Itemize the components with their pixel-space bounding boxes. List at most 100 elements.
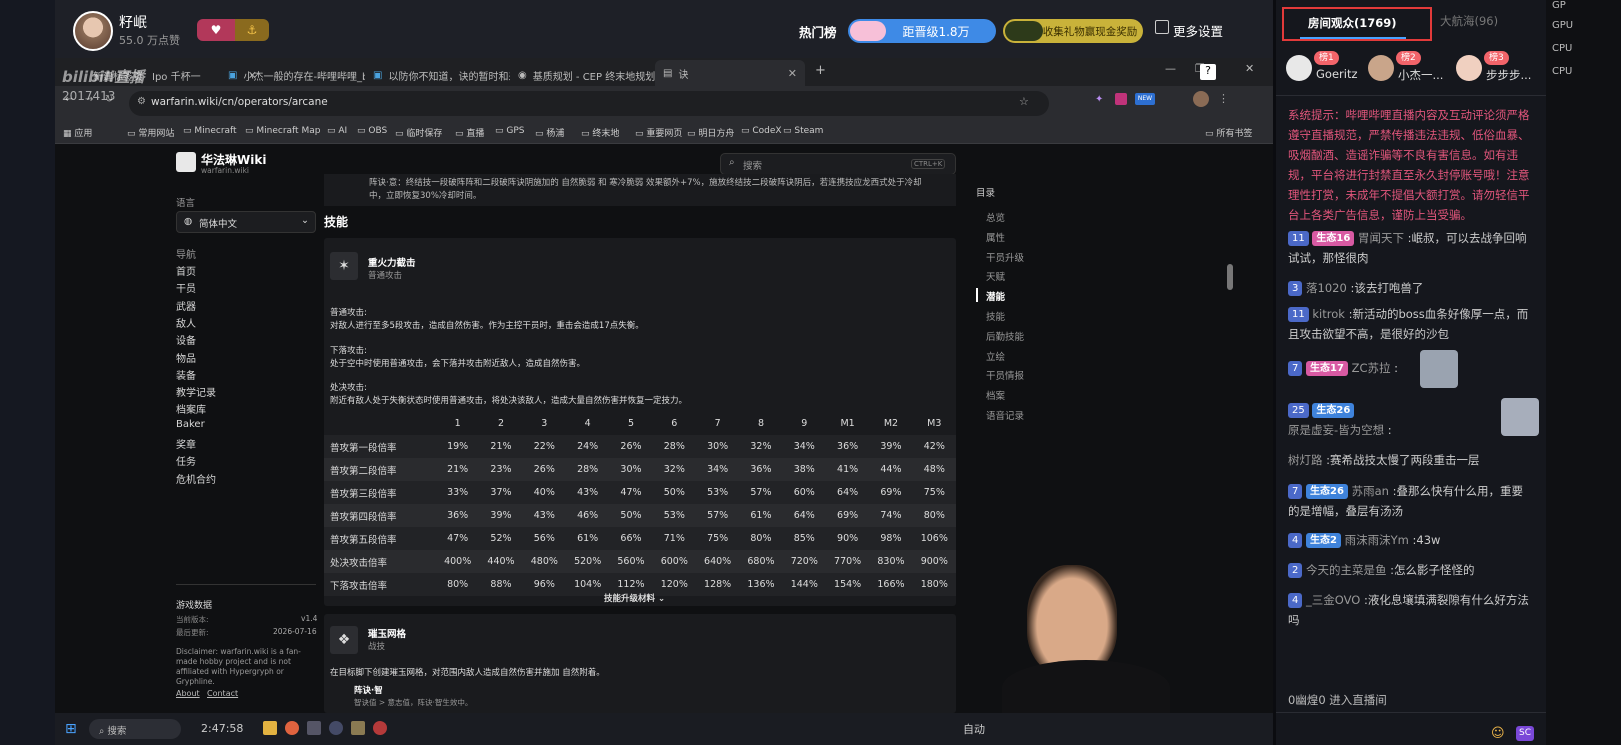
bookmark-folder[interactable]: ▭ 杨浦 <box>535 126 564 139</box>
site-info-icon[interactable]: ⚙ <box>137 96 146 107</box>
app-icon[interactable] <box>351 721 365 735</box>
rank-avatar[interactable] <box>1456 55 1482 81</box>
wiki-search-input[interactable]: ⌕ 搜索 CTRL+K <box>720 153 956 175</box>
toc-link[interactable]: 干员情报 <box>986 368 1024 382</box>
chat-username[interactable]: 苏雨an <box>1352 484 1389 498</box>
extension-icon[interactable] <box>1115 93 1127 105</box>
toc-link[interactable]: 后勤技能 <box>986 329 1024 343</box>
nav-link[interactable]: 教学记录 <box>176 384 216 399</box>
chat-username[interactable]: 今天的主菜是鱼 <box>1306 563 1387 577</box>
settings-grid-icon[interactable] <box>1155 20 1169 34</box>
nav-link[interactable]: 武器 <box>176 298 196 313</box>
tab-4[interactable]: ▣以防你不知道，诀的暂时和差✕ <box>365 62 510 88</box>
toc-link[interactable]: 语音记录 <box>986 408 1024 422</box>
chat-username[interactable]: 雨沫雨沫Ym <box>1345 533 1409 547</box>
bookmark-folder[interactable]: ▭ Minecraft <box>183 126 237 136</box>
explorer-icon[interactable] <box>263 721 277 735</box>
chat-username[interactable]: 原是虚妄-皆为空想 <box>1288 423 1384 437</box>
menu-kebab-icon[interactable]: ⋮ <box>1218 92 1229 105</box>
tab-active[interactable]: ▤ 诀 ✕ <box>655 60 805 86</box>
upgrade-materials-toggle[interactable]: 技能升级材料 ⌄ <box>604 592 665 604</box>
new-extension-icon[interactable]: NEW <box>1135 93 1155 105</box>
toc-link[interactable]: 干员升级 <box>986 250 1024 264</box>
nav-link[interactable]: 干员 <box>176 280 196 295</box>
bookmark-folder[interactable]: ▭ CodeX <box>741 126 782 136</box>
chat-username[interactable]: kitrok <box>1312 307 1345 321</box>
rank-name[interactable]: 步步步... <box>1486 67 1531 83</box>
anchor-icon[interactable]: ⚓ <box>235 19 269 41</box>
bookmark-all[interactable]: ▭ 所有书签 <box>1205 126 1252 139</box>
nav-link[interactable]: 档案库 <box>176 401 206 416</box>
start-icon[interactable]: ⊞ <box>65 721 77 737</box>
chrome-icon[interactable] <box>285 721 299 735</box>
new-tab-icon[interactable]: + <box>815 63 826 78</box>
hot-rank-link[interactable]: 热门榜 <box>799 22 837 41</box>
lang-select[interactable]: ◍ 简体中文 ⌄ <box>176 211 316 233</box>
nav-link[interactable]: 装备 <box>176 367 196 382</box>
about-link[interactable]: About <box>176 689 200 698</box>
toc-link[interactable]: 属性 <box>986 230 1005 244</box>
bookmark-folder[interactable]: ▭ Minecraft Map <box>245 126 320 136</box>
profile-avatar[interactable] <box>1193 91 1209 107</box>
toc-link[interactable]: 总览 <box>986 210 1005 224</box>
help-icon[interactable]: ? <box>1200 64 1216 80</box>
promotion-bar[interactable]: 距晋级1.8万 <box>848 19 996 43</box>
page-scrollbar[interactable] <box>1227 264 1233 290</box>
bookmark-folder[interactable]: ▭ AI <box>327 126 347 136</box>
toc-link[interactable]: 档案 <box>986 388 1005 402</box>
toc-link[interactable]: 天赋 <box>986 269 1005 283</box>
app-icon[interactable] <box>307 721 321 735</box>
rank-avatar[interactable] <box>1286 55 1312 81</box>
tab-audience[interactable]: 房间观众(1769) <box>1282 7 1432 41</box>
taskbar-search[interactable]: ⌕ 搜索 <box>89 719 181 739</box>
app-icon[interactable] <box>373 721 387 735</box>
window-close-icon[interactable]: ✕ <box>1245 62 1254 75</box>
more-settings-button[interactable]: 更多设置 <box>1173 21 1223 40</box>
nav-link[interactable]: Baker <box>176 419 205 430</box>
nav-link[interactable]: 危机合约 <box>176 471 216 486</box>
nav-link[interactable]: 设备 <box>176 332 196 347</box>
bookmark-star-icon[interactable]: ☆ <box>1019 95 1029 108</box>
url-field[interactable]: ⚙ warfarin.wiki/cn/operators/arcane ☆ <box>129 91 1049 116</box>
tab-guard[interactable]: 大航海(96) <box>1440 13 1498 29</box>
bookmark-folder[interactable]: ▭ 明日方舟 <box>687 126 734 139</box>
bookmark-folder[interactable]: ▭ 临时保存 <box>395 126 442 139</box>
minimize-icon[interactable]: — <box>1165 62 1176 75</box>
streamer-name[interactable]: 籽岷 <box>119 12 147 32</box>
bookmark-folder[interactable]: ▭ OBS <box>357 126 387 136</box>
sc-icon[interactable]: SC <box>1516 726 1534 741</box>
toc-link[interactable]: 潜能 <box>986 289 1005 303</box>
extension-icon[interactable]: ✦ <box>1095 94 1103 105</box>
chat-username[interactable]: _三金OVO <box>1306 593 1360 607</box>
wiki-logo[interactable] <box>176 152 196 172</box>
rank-avatar[interactable] <box>1368 55 1394 81</box>
nav-link[interactable]: 任务 <box>176 453 196 468</box>
obs-icon[interactable] <box>329 721 343 735</box>
rank-name[interactable]: Goeritz <box>1316 67 1358 81</box>
chat-username[interactable]: ZC苏拉 <box>1352 361 1391 375</box>
heart-icon[interactable]: ♥ <box>197 19 235 41</box>
bookmark-folder[interactable]: ▭ 终末地 <box>581 126 619 139</box>
auto-quality[interactable]: 自动 <box>963 721 985 737</box>
gift-event-banner[interactable]: 收集礼物赢现金奖励 <box>1003 19 1143 43</box>
bookmark-apps[interactable]: ▦ 应用 <box>63 126 92 139</box>
emoji-icon[interactable]: ☺ <box>1491 726 1505 741</box>
toc-link[interactable]: 立绘 <box>986 349 1005 363</box>
nav-link[interactable]: 物品 <box>176 350 196 365</box>
chat-username[interactable]: 胃闻天下 <box>1358 231 1404 245</box>
rank-name[interactable]: 小杰一... <box>1398 67 1443 83</box>
nav-link[interactable]: 奖章 <box>176 436 196 451</box>
contact-link[interactable]: Contact <box>207 689 238 698</box>
nav-link[interactable]: 首页 <box>176 263 196 278</box>
tab-3[interactable]: ▣小杰一般的存在-哔哩哔哩_bili✕ <box>220 62 365 88</box>
chat-username[interactable]: 落1020 <box>1306 281 1347 295</box>
streamer-avatar[interactable] <box>73 11 113 51</box>
toc-link[interactable]: 技能 <box>986 309 1005 323</box>
nav-link[interactable]: 敌人 <box>176 315 196 330</box>
bookmark-folder[interactable]: ▭ 重要网页 <box>635 126 682 139</box>
chat-username[interactable]: 树灯路 <box>1288 453 1323 467</box>
bookmark-folder[interactable]: ▭ 常用网站 <box>127 126 174 139</box>
bookmark-folder[interactable]: ▭ Steam <box>783 126 823 136</box>
tab-5[interactable]: ◉基质规划 - CEP 终末地规划器✕ <box>510 62 655 88</box>
bookmark-folder[interactable]: ▭ 直播 <box>455 126 484 139</box>
